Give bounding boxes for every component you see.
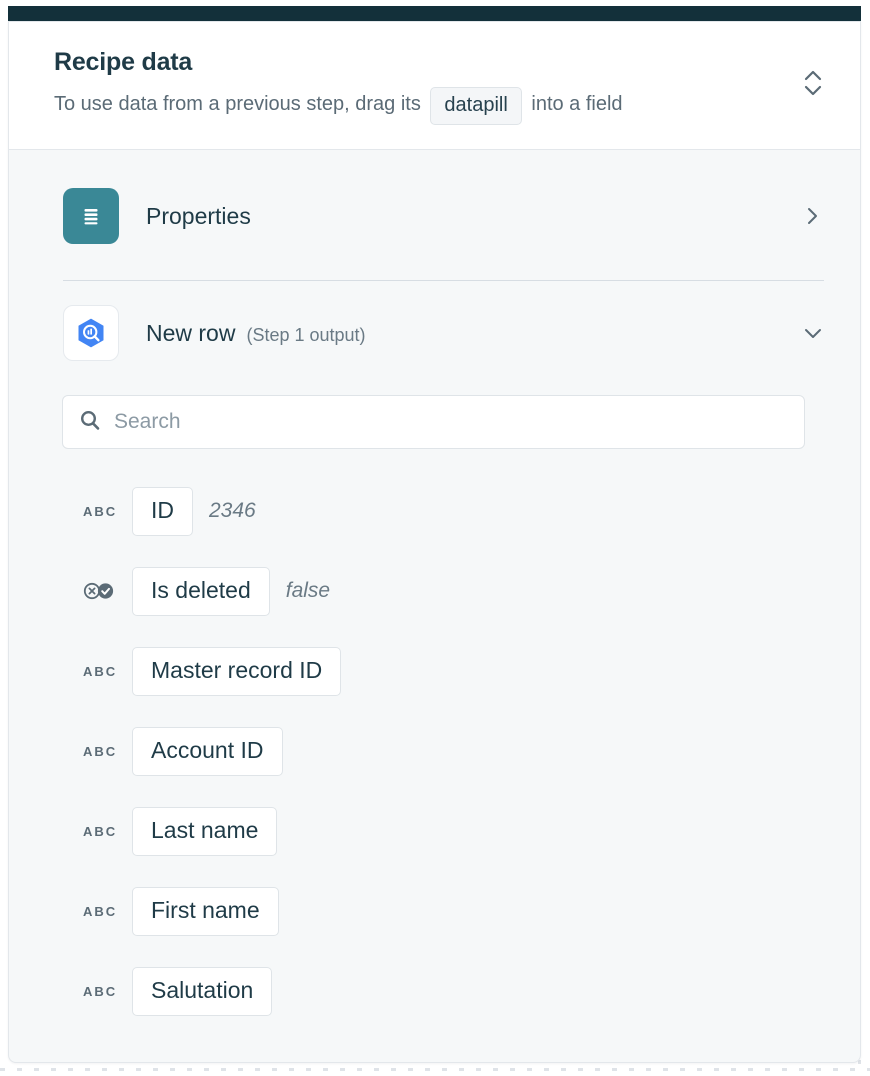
sidebar-item-properties[interactable]: Properties — [9, 176, 860, 256]
list-item[interactable]: ABC ID 2346 — [9, 471, 860, 551]
sidebar-item-sublabel: (Step 1 output) — [246, 321, 365, 346]
list-item[interactable]: ABC Salutation — [9, 951, 860, 1031]
page-title: Recipe data — [54, 48, 832, 77]
datapill[interactable]: Salutation — [132, 967, 272, 1016]
chevron-right-icon[interactable] — [802, 205, 824, 227]
chevron-down-icon[interactable] — [802, 322, 824, 344]
boolean-type-icon — [83, 582, 123, 600]
string-type-icon: ABC — [83, 984, 123, 999]
list-item[interactable]: ABC First name — [9, 871, 860, 951]
datapill[interactable]: First name — [132, 887, 279, 936]
bigquery-icon — [63, 305, 119, 361]
recipe-data-panel-window: Recipe data To use data from a previous … — [0, 0, 870, 1076]
sample-value: 2346 — [209, 499, 256, 523]
sample-value: false — [286, 579, 330, 603]
string-type-icon: ABC — [83, 504, 123, 519]
datapill-chip[interactable]: datapill — [430, 87, 521, 125]
string-type-icon: ABC — [83, 744, 123, 759]
window-title-bar — [8, 6, 861, 21]
bottom-edge-rail — [0, 1068, 870, 1071]
subtitle-text-after: into a field — [531, 93, 622, 115]
string-type-icon: ABC — [83, 664, 123, 679]
list-item[interactable]: Is deleted false — [9, 551, 860, 631]
subtitle-text-before: To use data from a previous step, drag i… — [54, 93, 421, 115]
sidebar-item-label: Properties — [146, 203, 251, 230]
search-field[interactable] — [62, 395, 805, 449]
sidebar-item-new-row[interactable]: New row (Step 1 output) — [9, 293, 860, 373]
panel-subtitle: To use data from a previous step, drag i… — [54, 87, 832, 125]
string-type-icon: ABC — [83, 824, 123, 839]
list-lines-icon — [63, 188, 119, 244]
datapill[interactable]: Account ID — [132, 727, 283, 776]
datapill[interactable]: Master record ID — [132, 647, 341, 696]
list-item[interactable]: ABC Last name — [9, 791, 860, 871]
datapill[interactable]: Last name — [132, 807, 277, 856]
string-type-icon: ABC — [83, 904, 123, 919]
datapill[interactable]: Is deleted — [132, 567, 270, 616]
sidebar-item-label: New row — [146, 320, 235, 347]
recipe-data-panel: Recipe data To use data from a previous … — [8, 21, 861, 1063]
section-divider — [63, 280, 824, 281]
search-input[interactable] — [114, 410, 788, 434]
datapill[interactable]: ID — [132, 487, 193, 536]
chevron-up-down-icon[interactable] — [800, 66, 826, 100]
list-item[interactable]: ABC Master record ID — [9, 631, 860, 711]
panel-body: Properties — [9, 176, 860, 1049]
search-icon — [79, 409, 101, 436]
panel-header: Recipe data To use data from a previous … — [9, 22, 860, 150]
list-item[interactable]: ABC Account ID — [9, 711, 860, 791]
datapill-list: ABC ID 2346 Is deleted — [9, 471, 860, 1049]
